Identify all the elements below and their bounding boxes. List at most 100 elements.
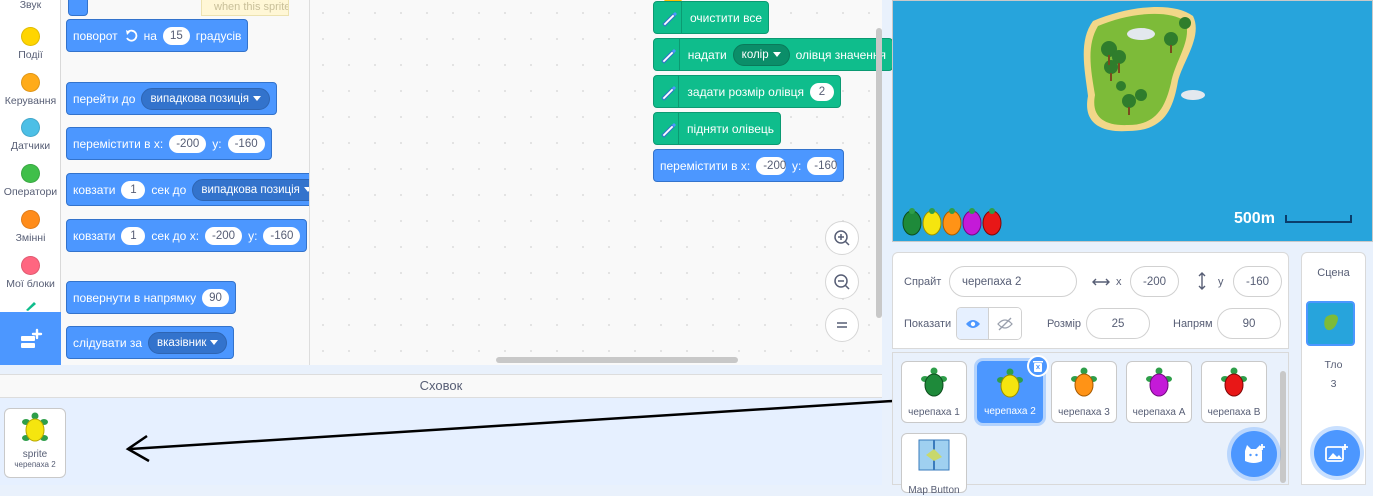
sprite-tile-selected[interactable]: черепаха 2	[977, 355, 1049, 423]
zoom-out-button[interactable]	[825, 265, 859, 299]
sprite-tile[interactable]: черепаха B	[1201, 361, 1267, 423]
clear-block[interactable]: очистити все	[653, 1, 769, 34]
category-events[interactable]: Події	[0, 27, 61, 61]
sprite-list: черепаха 1 черепаха 2 черепаха 3 черепах…	[892, 352, 1289, 496]
block-text: олівця значення	[795, 47, 886, 62]
sprite-tile-name: черепаха 1	[908, 407, 960, 418]
category-variables[interactable]: Змінні	[0, 210, 61, 244]
category-control[interactable]: Керування	[0, 73, 61, 107]
block-text: задати розмір олівця	[687, 84, 804, 99]
sprite-tile[interactable]: Map Button	[901, 433, 967, 496]
chevron-down-icon	[253, 95, 261, 101]
add-sprite-button[interactable]	[1231, 431, 1277, 477]
set-pen-block[interactable]: надати колір олівця значення	[653, 38, 893, 71]
secs-input[interactable]: 1	[121, 180, 146, 199]
x-input[interactable]: -200	[205, 226, 243, 245]
rotate-left-icon	[125, 29, 137, 42]
category-label: Керування	[4, 95, 57, 107]
show-label: Показати	[904, 318, 952, 330]
y-input[interactable]: -160	[263, 226, 301, 245]
secs-input[interactable]: 1	[121, 226, 146, 245]
degrees-input[interactable]: 15	[162, 26, 190, 45]
block-text: на	[143, 28, 157, 43]
map-button-icon	[918, 439, 950, 471]
horizontal-scrollbar[interactable]	[496, 357, 738, 363]
goto-block[interactable]: перейти до випадкова позиція	[66, 82, 277, 115]
block-text: y:	[212, 136, 222, 151]
point-direction-block[interactable]: повернути в напрямку 90	[66, 281, 236, 314]
backpack-item-name: sprite	[22, 449, 48, 460]
size-field[interactable]: 25	[1086, 308, 1150, 339]
delete-sprite-button[interactable]	[1027, 355, 1049, 377]
trash-icon	[1033, 361, 1043, 372]
pen-param-dropdown[interactable]: колір	[732, 43, 790, 66]
tooltip-note: when this sprite clicked	[201, 0, 289, 16]
show-button[interactable]	[957, 308, 990, 339]
turtle-icon	[921, 367, 947, 397]
pen-size-input[interactable]: 2	[810, 82, 834, 101]
backpack-item[interactable]: sprite черепаха 2	[4, 408, 66, 478]
backpack-item-sub: черепаха 2	[14, 460, 56, 469]
block-text: ковзати	[73, 182, 116, 197]
y-field[interactable]: -160	[1233, 266, 1282, 297]
dropdown-value: випадкова позиція	[201, 183, 300, 196]
block-text: сек до x:	[151, 228, 200, 243]
vertical-scrollbar[interactable]	[876, 28, 882, 318]
backdrops-count: 3	[1330, 378, 1337, 390]
turtle-icon	[1071, 367, 1097, 397]
goto-xy-block[interactable]: перемістити в x: -200 y: -160	[653, 149, 844, 182]
stage[interactable]: 500m	[892, 0, 1373, 242]
block-text: повернути в напрямку	[73, 290, 197, 305]
hide-button[interactable]	[989, 308, 1021, 339]
x-input[interactable]: -200	[756, 156, 786, 175]
sprite-info-panel: Спрайт черепаха 2 x -200 y -160 Показати…	[892, 252, 1289, 349]
category-sensing[interactable]: Датчики	[0, 118, 61, 152]
pen-size-block[interactable]: задати розмір олівця 2	[653, 75, 841, 108]
add-extension-button[interactable]	[0, 312, 61, 365]
script-area[interactable]: очистити все надати колір олівця значенн…	[310, 0, 893, 365]
stage-thumbnail[interactable]	[1306, 301, 1355, 346]
backpack-area	[0, 398, 882, 485]
sprite-tile[interactable]: черепаха 3	[1051, 361, 1117, 423]
towards-dropdown[interactable]: вказівник	[148, 331, 228, 354]
sprite-tile[interactable]: черепаха A	[1126, 361, 1192, 423]
turn-block[interactable]: поворот на 15 градусів	[66, 19, 249, 52]
glide-to-block[interactable]: ковзати 1 сек до випадкова позиція	[66, 173, 309, 206]
sprite-tile-name: черепаха B	[1207, 407, 1261, 418]
add-extension-icon	[20, 328, 42, 348]
x-field[interactable]: -200	[1130, 266, 1179, 297]
sprite-name-field[interactable]: черепаха 2	[949, 266, 1077, 297]
category-my-blocks[interactable]: Мої блоки	[0, 256, 61, 290]
x-input[interactable]: -200	[169, 134, 207, 153]
direction-input[interactable]: 90	[202, 288, 229, 307]
sprite-tile-name: черепаха A	[1132, 407, 1186, 418]
category-sound[interactable]: Звук	[0, 0, 61, 11]
add-backdrop-button[interactable]	[1314, 430, 1360, 476]
point-towards-block[interactable]: слідувати за вказівник	[66, 326, 235, 359]
visibility-toggle	[956, 307, 1022, 340]
zoom-in-button[interactable]	[825, 221, 859, 255]
pen-up-block[interactable]: підняти олівець	[653, 112, 781, 145]
block-text: перемістити в x:	[73, 136, 164, 151]
chevron-down-icon	[210, 339, 219, 345]
glide-target-dropdown[interactable]: випадкова позиція	[192, 178, 309, 201]
sprite-tile[interactable]: черепаха 1	[901, 361, 967, 423]
backpack-header[interactable]: Сховок	[0, 374, 882, 398]
my-blocks-dot-icon	[21, 256, 40, 275]
goto-xy-block[interactable]: перемістити в x: -200 y: -160	[66, 127, 272, 160]
turtle-icon	[1146, 367, 1172, 397]
block-text: y:	[791, 158, 802, 173]
sprite-list-scrollbar[interactable]	[1280, 371, 1286, 483]
category-label: Події	[18, 49, 43, 61]
y-input[interactable]: -160	[807, 156, 837, 175]
glide-xy-block[interactable]: ковзати 1 сек до x: -200 y: -160	[66, 219, 308, 252]
partial-block[interactable]	[68, 0, 88, 16]
goto-target-dropdown[interactable]: випадкова позиція	[141, 87, 270, 110]
sprite-tile-name: Map Button	[908, 485, 960, 496]
y-input[interactable]: -160	[227, 134, 265, 153]
category-operators[interactable]: Оператори	[0, 164, 61, 198]
zoom-reset-button[interactable]	[825, 308, 859, 342]
direction-field[interactable]: 90	[1217, 308, 1281, 339]
sensing-dot-icon	[21, 118, 40, 137]
block-text: поворот	[73, 28, 118, 43]
